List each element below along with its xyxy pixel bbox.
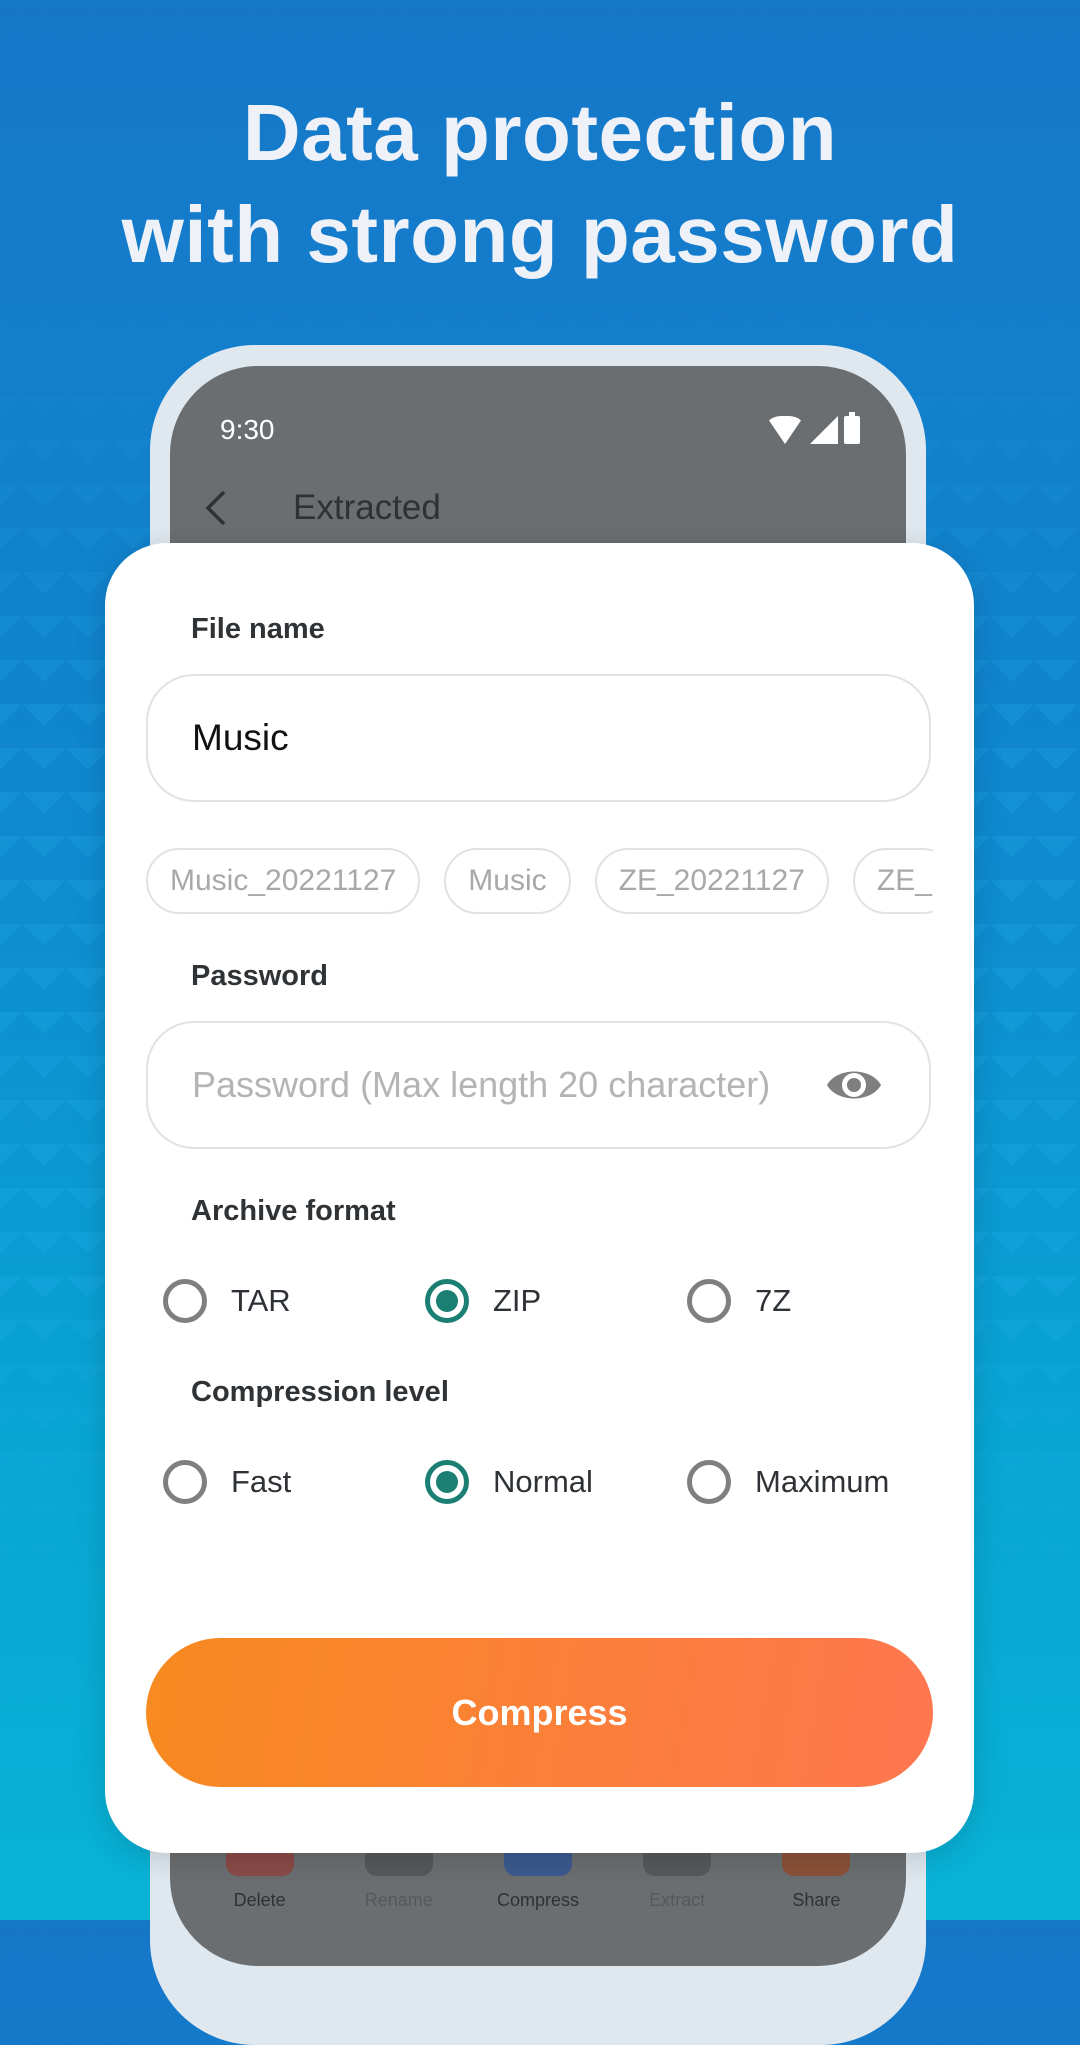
radio-fast[interactable]: Fast [163, 1460, 425, 1504]
radio-normal[interactable]: Normal [425, 1460, 687, 1504]
action-label: Share [792, 1890, 841, 1910]
action-label: Delete [233, 1890, 286, 1910]
suggestion-chip[interactable]: Music_20221127 [146, 848, 421, 914]
radio-circle [687, 1460, 731, 1504]
archive-format-label: Archive format [191, 1195, 396, 1227]
action-label: Rename [364, 1890, 433, 1910]
headline-line-1: Data protection [242, 88, 838, 177]
status-time: 9:30 [220, 414, 275, 445]
action-label: Extract [649, 1890, 706, 1910]
suggestion-chip[interactable]: ZE_ [852, 848, 933, 914]
radio-label: 7Z [755, 1283, 792, 1318]
back-arrow-icon[interactable] [198, 488, 238, 528]
headline-line-2: with strong password [121, 190, 959, 279]
radio-label: TAR [231, 1283, 291, 1318]
password-placeholder: Password (Max length 20 character) [192, 1064, 771, 1105]
file-name-value: Music [192, 717, 289, 758]
compress-button[interactable]: Compress [146, 1638, 933, 1787]
battery-icon [844, 412, 860, 444]
status-icons [766, 412, 860, 444]
radio-circle-selected [425, 1460, 469, 1504]
suggestion-chip[interactable]: ZE_20221127 [594, 848, 829, 914]
radio-label: ZIP [493, 1283, 542, 1318]
eye-icon[interactable] [825, 1063, 883, 1107]
wifi-icon [766, 416, 804, 444]
radio-circle [687, 1279, 731, 1323]
password-input[interactable]: Password (Max length 20 character) [146, 1021, 931, 1149]
compression-level-label: Compression level [191, 1376, 449, 1408]
radio-label: Fast [231, 1464, 292, 1499]
suggestion-chip[interactable]: Music [444, 848, 571, 914]
name-suggestions: Music_20221127 Music ZE_20221127 ZE_ [146, 848, 933, 918]
radio-zip[interactable]: ZIP [425, 1279, 687, 1323]
radio-circle-selected [425, 1279, 469, 1323]
radio-label: Maximum [755, 1464, 890, 1499]
file-name-label: File name [191, 613, 325, 645]
file-name-input[interactable]: Music [146, 674, 931, 802]
compress-dialog: File name Music Music_20221127 Music ZE_… [105, 543, 974, 1853]
radio-circle [163, 1460, 207, 1504]
password-label: Password [191, 960, 328, 992]
radio-7z[interactable]: 7Z [687, 1279, 949, 1323]
appbar-title: Extracted [293, 488, 441, 527]
archive-format-group: TAR ZIP 7Z [163, 1279, 949, 1323]
radio-maximum[interactable]: Maximum [687, 1460, 949, 1504]
compression-level-group: Fast Normal Maximum [163, 1460, 949, 1504]
radio-label: Normal [493, 1464, 593, 1499]
signal-icon [810, 416, 838, 444]
radio-tar[interactable]: TAR [163, 1279, 425, 1323]
headline: Data protection with strong password [0, 82, 1080, 286]
action-label: Compress [496, 1890, 579, 1910]
radio-circle [163, 1279, 207, 1323]
